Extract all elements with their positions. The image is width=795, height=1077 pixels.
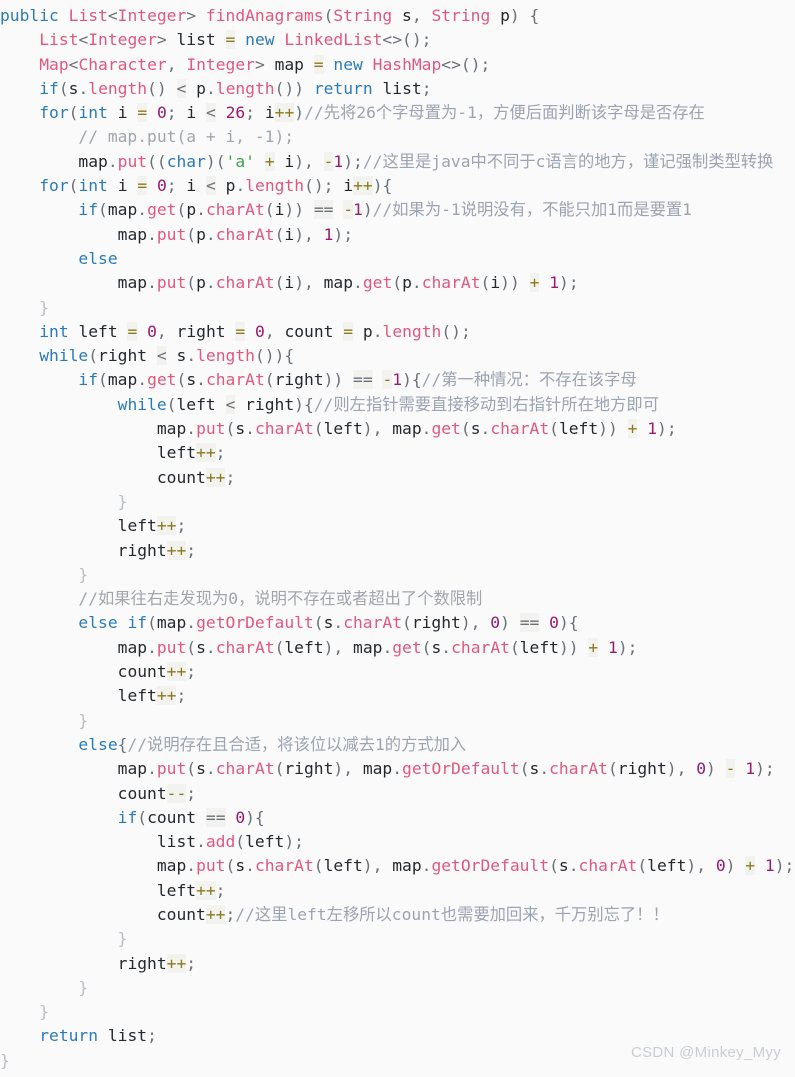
code-line: left++;: [117, 686, 187, 706]
code-line: }: [117, 491, 128, 511]
code-line: List<Integer> list = new LinkedList<>();: [39, 30, 432, 50]
code-line: Map<Character, Integer> map = new HashMa…: [39, 54, 491, 74]
code-line: count++;//这里left左移所以count也需要加回来，千万别忘了！！: [156, 904, 669, 924]
code-line: count++;: [117, 662, 197, 682]
code-line: map.put(s.charAt(right), map.getOrDefaul…: [117, 759, 775, 779]
code-line: if(map.get(p.charAt(i)) == -1)//如果为-1说明没…: [78, 200, 692, 220]
code-line: }: [78, 977, 89, 997]
code-line: //如果往右走发现为0，说明不存在或者超出了个数限制: [78, 589, 483, 609]
code-line: map.put(s.charAt(left), map.getOrDefault…: [156, 856, 795, 876]
code-line: if(s.length() < p.length()) return list;: [39, 78, 432, 98]
code-line: else if(map.getOrDefault(s.charAt(right)…: [78, 613, 579, 633]
code-line: if(count == 0){: [117, 807, 265, 827]
code-line: // map.put(a + i, -1);: [78, 127, 295, 147]
code-line: int left = 0, right = 0, count = p.lengt…: [39, 321, 471, 341]
code-line: }: [39, 1002, 50, 1022]
code-line: }: [78, 710, 89, 730]
code-line: if(map.get(s.charAt(right)) == -1){//第一种…: [78, 370, 637, 390]
code-line: else: [78, 248, 118, 268]
code-line: map.put(s.charAt(left), map.get(s.charAt…: [117, 637, 638, 657]
code-line: }: [78, 564, 89, 584]
code-line: }: [117, 929, 128, 949]
code-line: left++;: [156, 880, 226, 900]
code-line: else{//说明存在且合适，将该位以减去1的方式加入: [78, 734, 467, 754]
code-line: }: [39, 297, 50, 317]
code-line: map.put((char)('a' + i), -1);//这里是java中不…: [78, 151, 774, 171]
code-line: while(left < right){//则左指针需要直接移动到右指针所在地方…: [117, 394, 659, 414]
code-block: public List<Integer> findAnagrams(String…: [0, 0, 795, 1077]
code-line: left++;: [156, 443, 226, 463]
code-line: map.put(p.charAt(i), map.get(p.charAt(i)…: [117, 273, 579, 293]
csdn-watermark: CSDN @Minkey_Myy: [630, 1044, 781, 1061]
code-line: for(int i = 0; i < p.length(); i++){: [39, 176, 393, 196]
code-line: right++;: [117, 953, 197, 973]
code-line: left++;: [117, 516, 187, 536]
code-line: map.put(p.charAt(i), 1);: [117, 224, 354, 244]
code-line: for(int i = 0; i < 26; i++)//先将26个字母置为-1…: [39, 103, 705, 123]
code-line: map.put(s.charAt(left), map.get(s.charAt…: [156, 419, 677, 439]
code-line: public List<Integer> findAnagrams(String…: [0, 6, 540, 25]
code-line: while(right < s.length()){: [39, 346, 295, 366]
code-line: count--;: [117, 783, 197, 803]
code-line: right++;: [117, 540, 197, 560]
code-line: list.add(left);: [156, 832, 304, 852]
code-line: count++;: [156, 467, 236, 487]
